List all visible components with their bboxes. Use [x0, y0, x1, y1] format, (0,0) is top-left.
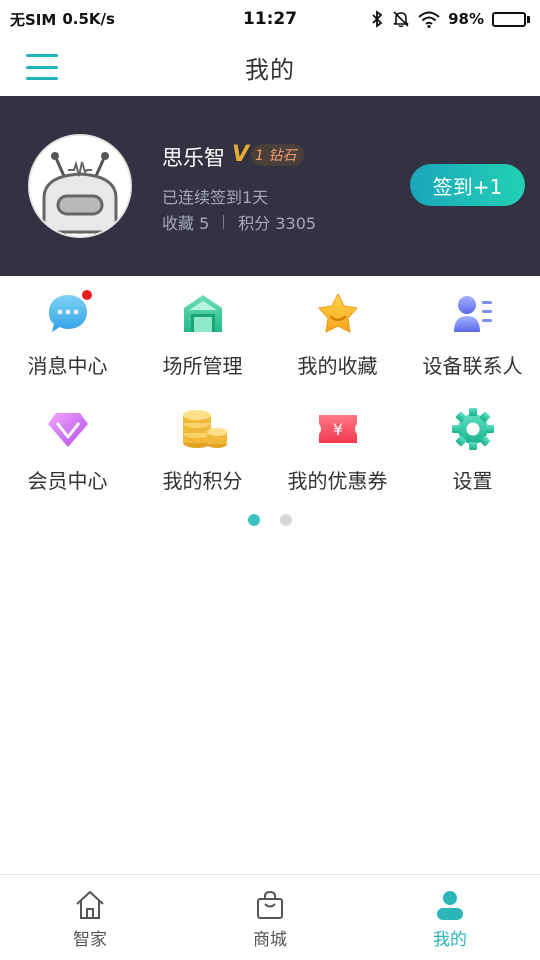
- grid-row: 会员中心 我的积分 ¥ 我的优惠券 设置: [0, 391, 540, 506]
- robot-avatar-icon: [30, 136, 130, 236]
- vip-tag: 1 钻石: [251, 143, 305, 166]
- grid-item-venue-management[interactable]: 场所管理: [135, 276, 270, 391]
- user-name: 思乐智: [162, 146, 225, 170]
- grid-item-label: 我的优惠券: [287, 469, 388, 493]
- nav-label: 我的: [433, 930, 467, 950]
- favorites-count[interactable]: 收藏 5: [162, 210, 209, 234]
- grid-item-label: 设置: [452, 469, 493, 493]
- vip-tier: 钻石: [268, 147, 297, 164]
- coupon-icon: ¥: [316, 407, 360, 451]
- nav-label: 商城: [253, 930, 287, 950]
- nav-tab-mall[interactable]: 商城: [180, 875, 360, 960]
- message-icon: [46, 290, 92, 336]
- notification-dot: [81, 290, 92, 300]
- page-title: 我的: [245, 55, 295, 84]
- nav-tab-mine[interactable]: 我的: [360, 875, 540, 960]
- battery-percent: 98%: [448, 10, 484, 28]
- profile-stats: 收藏 5 积分 3305: [162, 210, 316, 234]
- page-dot-1[interactable]: [248, 514, 260, 526]
- checkin-button[interactable]: 签到+1: [410, 164, 525, 206]
- page-indicator: [0, 514, 540, 526]
- shopping-bag-icon: [254, 889, 286, 921]
- profile-card: 思乐智 V 1 钻石 已连续签到1天 收藏 5 积分 3305 签到+1: [0, 96, 540, 276]
- nav-label: 智家: [73, 930, 107, 950]
- grid-item-label: 消息中心: [27, 354, 108, 378]
- coins-icon: [181, 407, 227, 451]
- menu-icon[interactable]: [26, 51, 58, 83]
- network-speed: 0.5K/s: [62, 10, 115, 28]
- wifi-icon: [418, 11, 440, 28]
- avatar[interactable]: [28, 134, 132, 238]
- grid-item-label: 我的积分: [162, 469, 243, 493]
- vip-level: 1: [255, 147, 264, 164]
- mute-bell-icon: [392, 10, 410, 28]
- grid-item-device-contacts[interactable]: 设备联系人: [405, 276, 540, 391]
- header: 我的: [0, 38, 540, 96]
- person-icon: [434, 889, 466, 921]
- grid-item-my-points[interactable]: 我的积分: [135, 391, 270, 506]
- svg-text:¥: ¥: [332, 420, 342, 439]
- nav-tab-smart-home[interactable]: 智家: [0, 875, 180, 960]
- grid-row: 消息中心 场所管理 我的收藏 设备联系人: [0, 276, 540, 391]
- grid-item-label: 设备联系人: [422, 354, 523, 378]
- grid-item-member-center[interactable]: 会员中心: [0, 391, 135, 506]
- grid-item-my-coupons[interactable]: ¥ 我的优惠券: [270, 391, 405, 506]
- grid-item-label: 场所管理: [162, 354, 243, 378]
- signin-streak-text: 已连续签到1天: [162, 188, 269, 207]
- vip-badge[interactable]: V 1 钻石: [232, 142, 305, 167]
- star-icon: [316, 292, 360, 336]
- grid-item-my-favorites[interactable]: 我的收藏: [270, 276, 405, 391]
- vip-v-icon: V: [232, 142, 250, 167]
- bluetooth-icon: [370, 10, 384, 28]
- gear-icon: [451, 407, 495, 451]
- grid-item-message-center[interactable]: 消息中心: [0, 276, 135, 391]
- function-grid: 消息中心 场所管理 我的收藏 设备联系人 会员中心 我的积分 ¥ 我的优惠券 设…: [0, 276, 540, 506]
- diamond-icon: [46, 407, 90, 451]
- status-bar: 无SIM 0.5K/s 11:27 98%: [0, 0, 540, 38]
- battery-icon: [492, 11, 530, 27]
- points-count[interactable]: 积分 3305: [238, 210, 316, 234]
- bottom-nav: 智家 商城 我的: [0, 874, 540, 960]
- grid-item-settings[interactable]: 设置: [405, 391, 540, 506]
- home-icon: [74, 889, 106, 921]
- grid-item-label: 会员中心: [27, 469, 108, 493]
- page-dot-2[interactable]: [280, 514, 292, 526]
- contacts-icon: [451, 292, 495, 336]
- home-building-icon: [181, 292, 225, 336]
- carrier-label: 无SIM: [10, 10, 57, 29]
- grid-item-label: 我的收藏: [297, 354, 378, 378]
- stats-divider: [223, 215, 225, 229]
